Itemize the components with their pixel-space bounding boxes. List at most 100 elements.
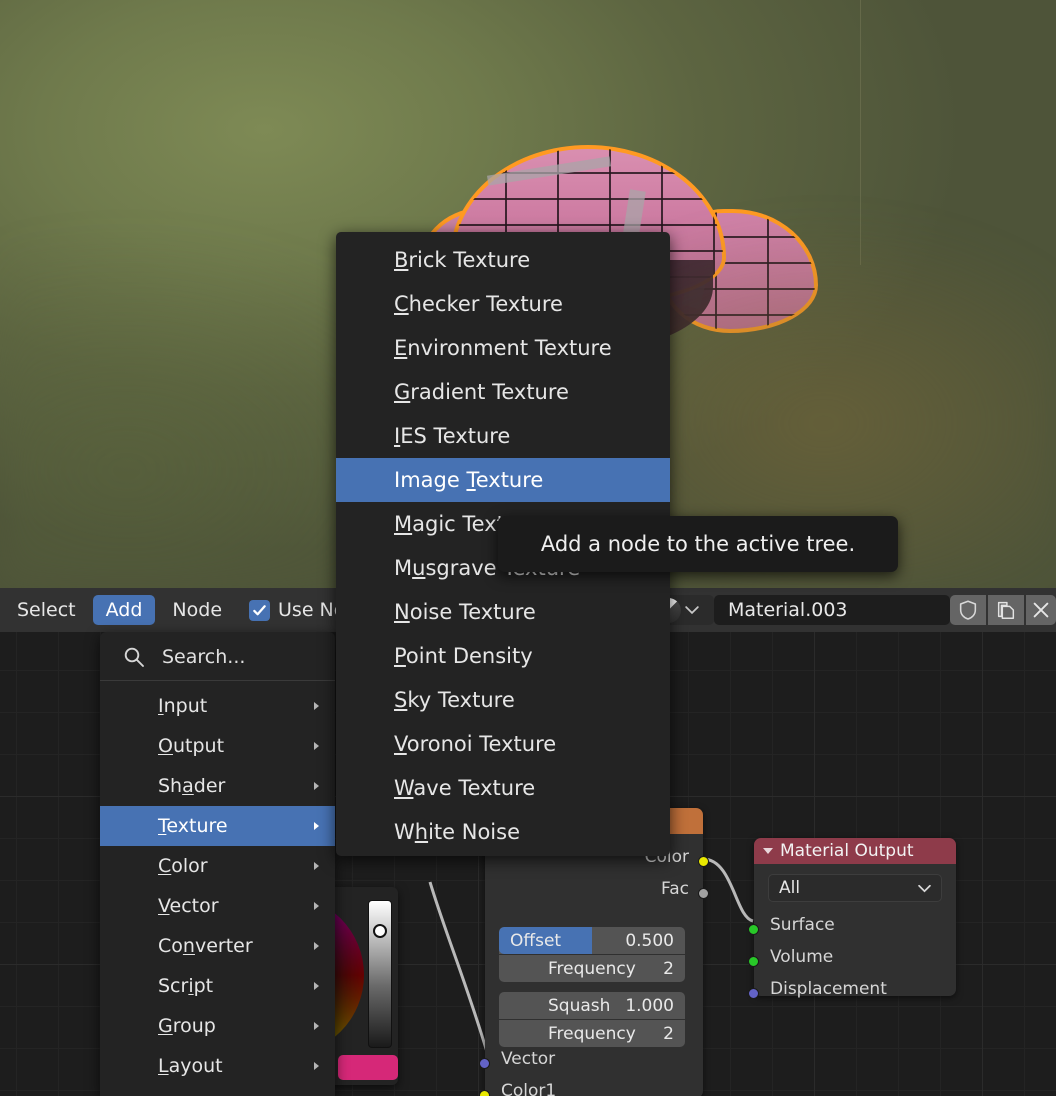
submenu-arrow-icon — [314, 982, 319, 990]
menu-search-row[interactable]: Search... — [100, 636, 335, 678]
add-menu-item-shader[interactable]: Shader — [100, 766, 335, 806]
model-grey-stripe — [486, 156, 612, 186]
texture-menu-item-label: White Noise — [394, 820, 520, 844]
texture-menu-item-point-density[interactable]: Point Density — [336, 634, 670, 678]
add-menu-item-label: Converter — [158, 935, 253, 957]
texture-menu-item-label: Image Texture — [394, 468, 544, 492]
tooltip: Add a node to the active tree. — [498, 516, 898, 572]
menu-divider — [100, 680, 335, 681]
submenu-arrow-icon — [314, 782, 319, 790]
socket-in-color1[interactable] — [479, 1090, 490, 1096]
socket-out-color[interactable] — [698, 856, 709, 867]
chevron-down-icon — [685, 606, 699, 615]
node-header-material-output[interactable]: Material Output — [754, 838, 956, 864]
add-menu-item-label: Script — [158, 975, 214, 997]
unlink-material-button[interactable] — [1026, 595, 1056, 625]
texture-menu-item-label: IES Texture — [394, 424, 511, 448]
socket-label-surface: Surface — [770, 915, 835, 935]
texture-menu-item-wave-texture[interactable]: Wave Texture — [336, 766, 670, 810]
texture-menu-item-sky-texture[interactable]: Sky Texture — [336, 678, 670, 722]
check-icon — [253, 604, 266, 615]
slider-offset[interactable]: Offset 0.500 — [499, 927, 685, 954]
texture-menu-item-environment-texture[interactable]: Environment Texture — [336, 326, 670, 370]
texture-menu-item-voronoi-texture[interactable]: Voronoi Texture — [336, 722, 670, 766]
shield-icon — [959, 600, 977, 620]
blender-shader-editor-window: Brick Texture Color Fac Offset 0.500 — [0, 0, 1056, 1096]
add-menu-item-label: Group — [158, 1015, 216, 1037]
add-menu-item-output[interactable]: Output — [100, 726, 335, 766]
add-menu-item-label: Shader — [158, 775, 226, 797]
submenu-arrow-icon — [314, 702, 319, 710]
texture-menu-item-ies-texture[interactable]: IES Texture — [336, 414, 670, 458]
add-menu-item-script[interactable]: Script — [100, 966, 335, 1006]
add-menu-item-label: Color — [158, 855, 208, 877]
texture-menu-item-label: Environment Texture — [394, 336, 612, 360]
texture-menu-item-gradient-texture[interactable]: Gradient Texture — [336, 370, 670, 414]
search-icon — [124, 647, 144, 667]
texture-menu-item-checker-texture[interactable]: Checker Texture — [336, 282, 670, 326]
add-menu-item-input[interactable]: Input — [100, 686, 335, 726]
new-material-button[interactable] — [988, 595, 1024, 625]
slider-value: 2 — [663, 958, 674, 979]
texture-menu-item-label: Gradient Texture — [394, 380, 569, 404]
texture-menu-item-noise-texture[interactable]: Noise Texture — [336, 590, 670, 634]
target-value: All — [779, 878, 801, 898]
submenu-arrow-icon — [314, 822, 319, 830]
menu-select[interactable]: Select — [4, 595, 89, 625]
node-body-material-output: All Surface Volume Displacement — [748, 864, 956, 999]
model-grey-stripe — [681, 228, 719, 310]
slider-label: Squash — [548, 995, 611, 1016]
socket-in-vector[interactable] — [479, 1058, 490, 1069]
texture-menu-item-label: Wave Texture — [394, 776, 536, 800]
add-menu-popup[interactable]: Search... Input Output Shader Texture Color V… — [100, 632, 335, 1096]
tooltip-text: Add a node to the active tree. — [540, 532, 856, 556]
collapse-icon[interactable] — [763, 848, 773, 854]
add-menu-item-color[interactable]: Color — [100, 846, 335, 886]
socket-label-vector: Vector — [501, 1049, 556, 1069]
add-menu-item-converter[interactable]: Converter — [100, 926, 335, 966]
add-menu-item-group[interactable]: Group — [100, 1006, 335, 1046]
target-dropdown[interactable]: All — [768, 874, 942, 902]
material-name-field[interactable]: Material.003 — [714, 595, 950, 625]
value-slider[interactable] — [368, 900, 392, 1048]
add-menu-item-layout[interactable]: Layout — [100, 1046, 335, 1086]
viewport-guide-line — [860, 0, 861, 265]
menu-add[interactable]: Add — [92, 595, 156, 625]
texture-menu-item-image-texture[interactable]: Image Texture — [336, 458, 670, 502]
slider-squash[interactable]: Squash 1.000 — [499, 992, 685, 1019]
submenu-arrow-icon — [314, 1062, 319, 1070]
submenu-arrow-icon — [314, 862, 319, 870]
node-material-output[interactable]: Material Output All Surface Volume Displ… — [748, 838, 956, 999]
socket-label-volume: Volume — [770, 947, 834, 967]
node-body-brick-texture: Color Fac Offset 0.500 Frequency 2 Squas… — [479, 834, 709, 1096]
menu-node[interactable]: Node — [159, 595, 235, 625]
fake-user-button[interactable] — [950, 595, 986, 625]
texture-menu-item-label: Point Density — [394, 644, 533, 668]
value-slider-handle[interactable] — [373, 924, 387, 938]
texture-menu-item-brick-texture[interactable]: Brick Texture — [336, 238, 670, 282]
add-menu-item-texture[interactable]: Texture — [100, 806, 335, 846]
close-icon — [1033, 602, 1049, 618]
node-title: Material Output — [780, 841, 914, 861]
socket-out-fac[interactable] — [698, 888, 709, 899]
slider-squash-frequency[interactable]: Frequency 2 — [499, 1020, 685, 1047]
slider-value: 2 — [663, 1023, 674, 1044]
socket-label-color1: Color1 — [501, 1081, 557, 1096]
add-menu-item-label: Input — [158, 695, 208, 717]
texture-menu-item-label: Sky Texture — [394, 688, 515, 712]
slider-value: 1.000 — [625, 995, 674, 1016]
submenu-arrow-icon — [314, 1022, 319, 1030]
slider-label: Frequency — [548, 958, 636, 979]
color-swatch-preview[interactable] — [338, 1055, 398, 1080]
add-menu-item-label: Layout — [158, 1055, 223, 1077]
submenu-arrow-icon — [314, 902, 319, 910]
socket-in-volume[interactable] — [748, 956, 759, 967]
texture-menu-item-white-noise[interactable]: White Noise — [336, 810, 670, 854]
add-menu-item-label: Output — [158, 735, 225, 757]
add-menu-item-vector[interactable]: Vector — [100, 886, 335, 926]
slider-label: Offset — [510, 930, 562, 951]
socket-in-displacement[interactable] — [748, 988, 759, 999]
socket-in-surface[interactable] — [748, 924, 759, 935]
slider-offset-frequency[interactable]: Frequency 2 — [499, 955, 685, 982]
brick-pattern-overlay — [663, 212, 815, 330]
